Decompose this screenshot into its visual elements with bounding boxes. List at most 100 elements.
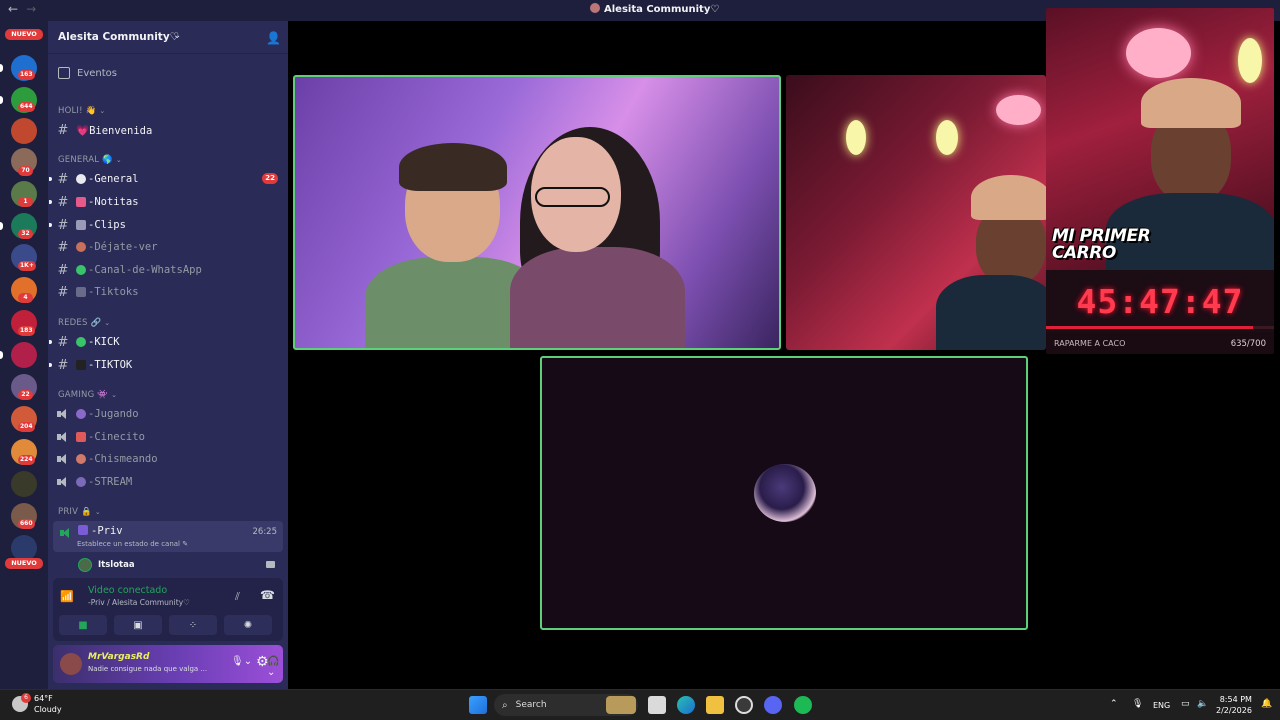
channel-label: -Notitas — [88, 196, 139, 208]
events-item[interactable]: Eventos — [58, 65, 117, 81]
voice-connection-panel: 📶 Video conectado -Priv / Alesita Commun… — [53, 578, 283, 641]
category-gaming[interactable]: GAMING 👾 ⌄ — [58, 390, 117, 400]
server-badge: 4 — [18, 293, 33, 303]
channel-general[interactable]: # -General 22 — [49, 169, 282, 189]
channel-notitas[interactable]: # -Notitas — [49, 192, 282, 212]
video-subject — [510, 247, 685, 348]
soundboard-button[interactable]: ✺ — [224, 615, 272, 635]
category-holi[interactable]: HOLI! 👋 ⌄ — [58, 106, 106, 116]
server-icon[interactable] — [11, 342, 37, 368]
channel-cinecito[interactable]: -Cinecito — [56, 427, 282, 447]
unread-indicator — [49, 200, 52, 204]
weather-widget[interactable]: 6 64°F Cloudy — [12, 693, 62, 715]
server-badge: 644 — [18, 102, 35, 112]
channel-dejate-ver[interactable]: # -Déjate-ver — [56, 237, 282, 257]
hash-icon: # — [57, 357, 69, 373]
forward-arrow-icon[interactable]: → — [26, 2, 36, 16]
language-indicator[interactable]: ENG — [1153, 701, 1170, 710]
volume-icon[interactable]: 🔈 — [1197, 699, 1208, 709]
channel-clips[interactable]: # -Clips — [49, 215, 282, 235]
file-explorer-icon[interactable] — [706, 696, 724, 714]
category-label: GAMING 👾 — [58, 390, 109, 400]
video-tile-stream[interactable] — [786, 75, 1046, 350]
voice-status-subtitle[interactable]: -Priv / Alesita Community♡ — [88, 598, 190, 607]
microphone-icon[interactable]: 🎙⌄ — [231, 656, 252, 667]
gear-icon[interactable]: ⚙ — [256, 654, 269, 670]
cloud-icon: 6 — [12, 693, 31, 712]
username[interactable]: MrVargasRd — [88, 652, 149, 662]
screen-share-button[interactable]: ▣ — [114, 615, 162, 635]
server-icon[interactable] — [11, 118, 37, 144]
notification-bell-icon[interactable]: 🔔 — [1261, 699, 1272, 709]
app-icon[interactable] — [735, 696, 753, 714]
chevron-up-icon[interactable]: ⌃ — [1110, 699, 1118, 709]
channel-label: -Jugando — [88, 408, 139, 420]
server-icon[interactable] — [11, 471, 37, 497]
headphones-icon[interactable]: 🎧⌄ — [267, 656, 283, 678]
hash-icon: # — [57, 262, 69, 278]
new-badge-top[interactable]: NUEVO — [5, 29, 43, 40]
neon-light — [846, 120, 866, 155]
widget-icon[interactable] — [606, 696, 636, 714]
task-view-icon[interactable] — [648, 696, 666, 714]
channel-tiktoks[interactable]: # -Tiktoks — [56, 282, 282, 302]
voice-status-title[interactable]: Video conectado — [88, 585, 167, 596]
voice-member[interactable]: Itslotaa — [78, 557, 135, 573]
love-letter-icon — [76, 197, 86, 207]
noise-suppression-icon[interactable]: ⫽ — [235, 590, 240, 604]
category-redes[interactable]: REDES 🔗 ⌄ — [58, 318, 110, 328]
channel-chismeando[interactable]: -Chismeando — [56, 449, 282, 469]
network-icon[interactable]: ▭ — [1181, 699, 1190, 709]
invite-people-icon[interactable]: 👤 — [266, 31, 281, 45]
edge-browser-icon[interactable] — [677, 696, 695, 714]
window-title-text: Alesita Community♡ — [604, 4, 720, 15]
unread-indicator — [49, 223, 52, 227]
video-tile-avatar[interactable] — [540, 356, 1028, 630]
category-label: PRIV 🔒 — [58, 507, 92, 517]
hash-icon: # — [57, 239, 69, 255]
custom-status[interactable]: Nadie consigue nada que valga ... — [88, 665, 207, 673]
voice-channel-icon — [56, 476, 70, 488]
microphone-icon[interactable]: 🎙 — [1132, 699, 1143, 709]
signal-icon[interactable]: 📶 — [60, 590, 74, 603]
channel-stream[interactable]: -STREAM — [56, 472, 282, 492]
guild-header[interactable]: Alesita Community♡ ⌄ 👤 — [48, 21, 288, 54]
channel-kick[interactable]: # -KICK — [49, 332, 282, 352]
clock[interactable]: 8:54 PM 2/2/2026 — [1216, 694, 1252, 716]
film-icon — [76, 220, 86, 230]
back-arrow-icon[interactable]: ← — [8, 2, 18, 16]
green-heart-icon — [76, 265, 86, 275]
channel-priv-active[interactable]: -Priv 26:25 Establece un estado de canal… — [53, 521, 283, 552]
unread-pill — [0, 96, 3, 104]
green-heart-icon — [76, 337, 86, 347]
hash-icon: # — [57, 171, 69, 187]
avatar — [78, 558, 92, 572]
channel-bienvenida[interactable]: # 💗Bienvenida — [56, 120, 282, 140]
new-badge-bottom[interactable]: NUEVO — [5, 558, 43, 569]
chevron-down-icon[interactable]: ⌄ — [173, 30, 181, 41]
avatar[interactable] — [60, 653, 82, 675]
camera-button[interactable]: ■ — [59, 615, 107, 635]
channel-whatsapp[interactable]: # -Canal-de-WhatsApp — [56, 260, 282, 280]
unread-indicator — [49, 340, 52, 344]
category-general[interactable]: GENERAL 🌎 ⌄ — [58, 155, 122, 165]
weather-condition: Cloudy — [34, 705, 62, 714]
category-priv[interactable]: PRIV 🔒 ⌄ — [58, 507, 101, 517]
activities-button[interactable]: ⁘ — [169, 615, 217, 635]
category-label: GENERAL 🌎 — [58, 155, 113, 165]
channel-jugando[interactable]: -Jugando — [56, 404, 282, 424]
voice-channel-icon — [56, 431, 70, 443]
start-icon[interactable] — [469, 696, 487, 714]
channel-tiktok[interactable]: # -TIKTOK — [49, 355, 282, 375]
goal-banner: MI PRIMER CARRO — [1052, 228, 1151, 262]
category-label: HOLI! 👋 — [58, 106, 97, 116]
disconnect-icon[interactable]: ☎ — [260, 588, 275, 602]
discord-icon[interactable] — [764, 696, 782, 714]
neon-light — [1126, 28, 1191, 78]
channel-status-prompt[interactable]: Establece un estado de canal ✎ — [77, 540, 188, 548]
guild-icon — [590, 3, 600, 13]
spotify-icon[interactable] — [794, 696, 812, 714]
chevron-down-icon: ⌄ — [111, 391, 118, 399]
video-tile-speaking[interactable] — [293, 75, 781, 350]
taskbar: 6 64°F Cloudy ⌕ Search ⌃ 🎙 ENG ▭ 🔈 8:54 P… — [0, 689, 1280, 720]
